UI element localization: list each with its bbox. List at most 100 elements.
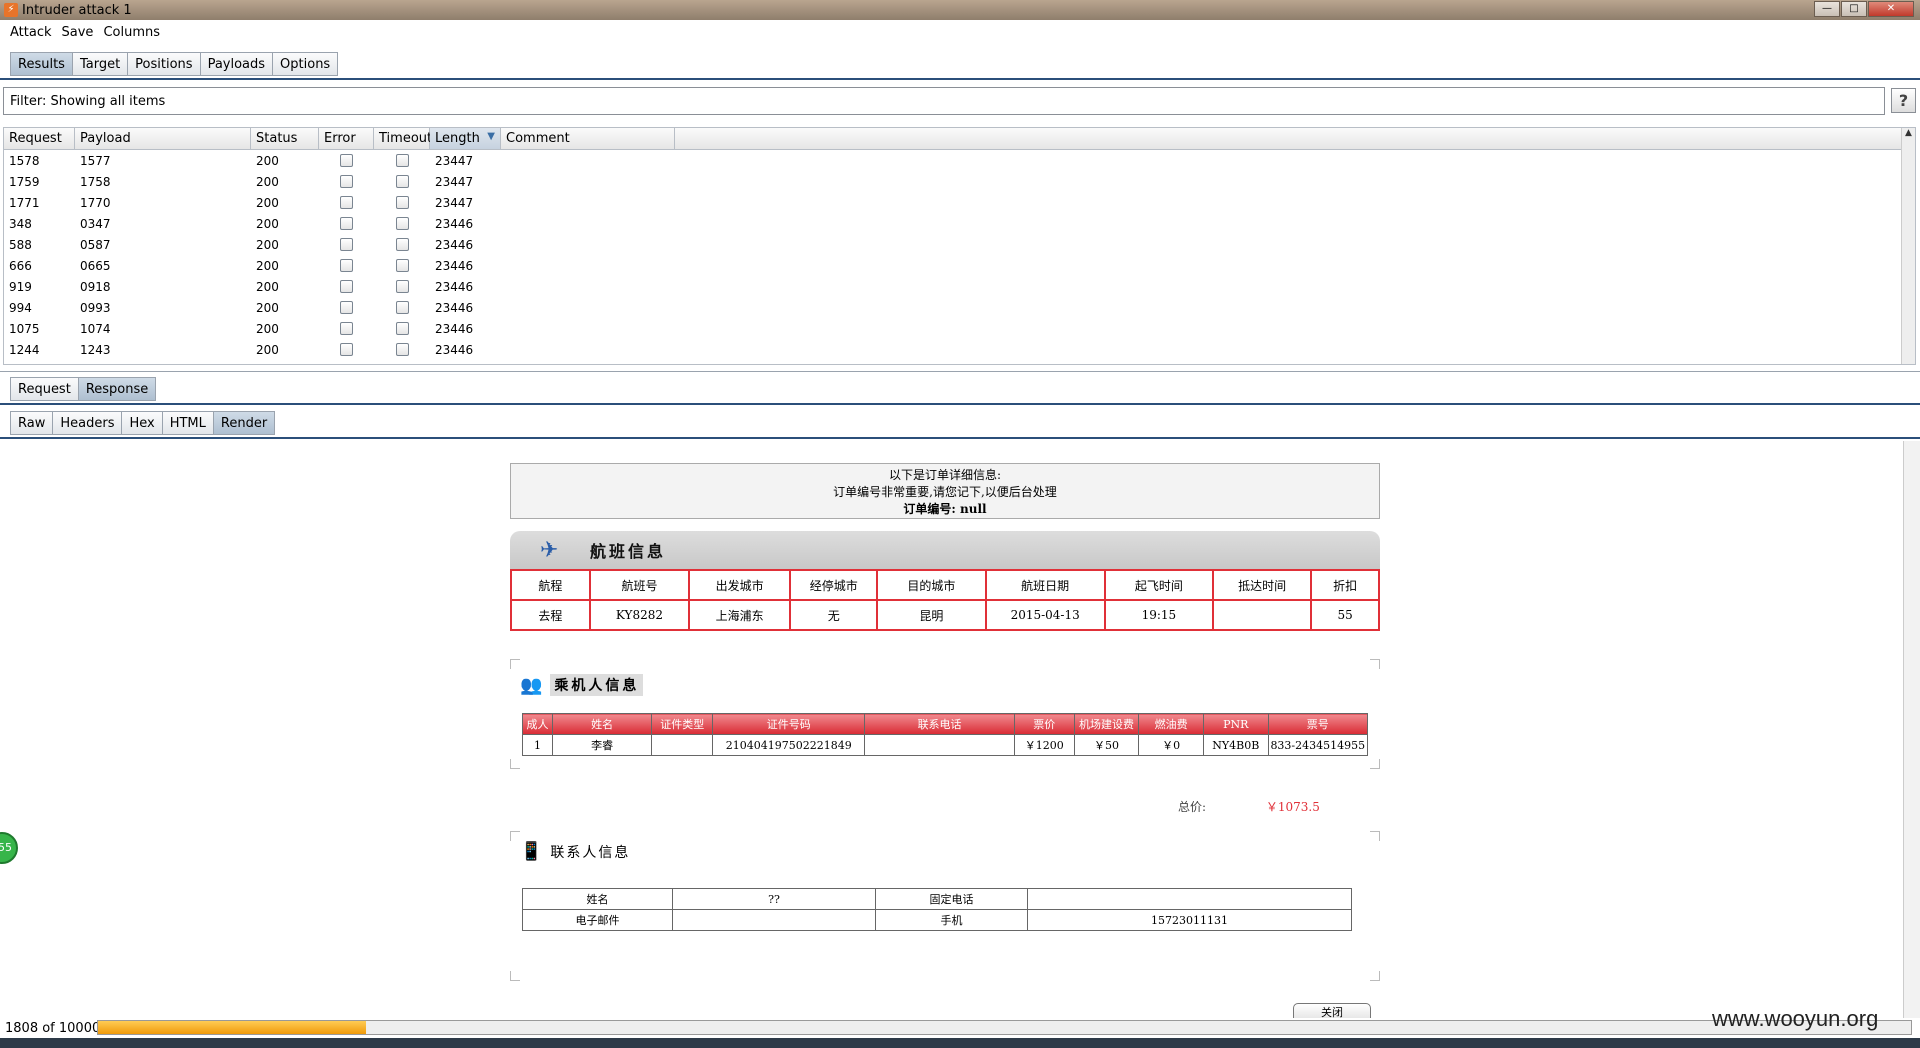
render-pane: 以下是订单详细信息: 订单编号非常重要,请您记下,以便后台处理 订单编号: nu… (0, 441, 1920, 1018)
cell-payload: 0587 (80, 237, 111, 252)
table-row[interactable]: 1759 1758 200 23447 (4, 171, 1915, 192)
contact-section-header: 📱 联系人信息 (520, 841, 630, 862)
cell-length: 23446 (435, 216, 474, 231)
total-value: ￥1073.5 (1265, 800, 1320, 814)
table-row[interactable]: 919 0918 200 23446 (4, 276, 1915, 297)
cell-request: 588 (9, 237, 32, 252)
table-cell: 2015-04-13 (984, 599, 1106, 631)
cell-payload: 1770 (80, 195, 111, 210)
cell-status: 200 (256, 342, 279, 357)
tab-hex[interactable]: Hex (121, 411, 163, 435)
checkbox-icon (340, 238, 353, 251)
table-cell: 去程 (510, 599, 591, 631)
cell-length: 23446 (435, 258, 474, 273)
tab-positions[interactable]: Positions (127, 52, 201, 76)
col-error[interactable]: Error (319, 128, 374, 149)
menu-save[interactable]: Save (62, 25, 94, 40)
close-button[interactable]: 关闭 (1293, 1003, 1371, 1018)
flight-section-title: 航班信息 (590, 542, 667, 561)
checkbox-icon (395, 154, 409, 167)
tab-options[interactable]: Options (272, 52, 339, 76)
tab-payloads[interactable]: Payloads (199, 52, 274, 76)
timeout-checkbox (374, 154, 430, 167)
minimize-button[interactable]: — (1814, 1, 1840, 17)
timeout-checkbox (374, 196, 430, 209)
passenger-section-title: 乘机人信息 (550, 674, 644, 696)
table-cell: 目的城市 (876, 569, 987, 601)
table-cell: 1 (522, 734, 553, 756)
table-cell: ￥50 (1073, 734, 1140, 756)
flight-data-row: 去程 KY8282 上海浦东无昆明 2015-04-13 19:15 55 (510, 599, 1380, 631)
table-row[interactable]: 1771 1770 200 23447 (4, 192, 1915, 213)
filter-bar[interactable]: Filter: Showing all items (3, 87, 1885, 115)
table-cell: 起飞时间 (1103, 569, 1214, 601)
tab-headers[interactable]: Headers (52, 411, 123, 435)
col-timeout[interactable]: Timeout (374, 128, 432, 149)
maximize-button[interactable]: □ (1841, 1, 1867, 17)
render-scrollbar[interactable] (1903, 441, 1920, 1018)
cell-status: 200 (256, 174, 279, 189)
table-cell: 航程 (510, 569, 591, 601)
flight-section-header: ✈ 航班信息 (510, 531, 1380, 569)
tab-request[interactable]: Request (10, 377, 79, 401)
error-checkbox (319, 322, 374, 335)
table-row[interactable]: 666 0665 200 23446 (4, 255, 1915, 276)
help-button[interactable]: ? (1891, 88, 1916, 113)
corner-decor (510, 659, 520, 669)
table-cell: 55 (1310, 599, 1380, 631)
checkbox-icon (340, 343, 353, 356)
col-length[interactable]: Length ▼ (430, 128, 501, 149)
cell-request: 994 (9, 300, 32, 315)
checkbox-icon (395, 238, 409, 251)
flight-header-row: 航程 航班号 出发城市 经停城市 目的城市 航班日期 起飞时间 抵达时间 折扣 (510, 569, 1380, 601)
contact-cell: 固定电话 (875, 888, 1028, 910)
table-row[interactable]: 1075 1074 200 23446 (4, 318, 1915, 339)
col-request[interactable]: Request (4, 128, 75, 149)
main-tabs: Results Target Positions Payloads Option… (10, 52, 339, 76)
error-checkbox (319, 154, 374, 167)
checkbox-icon (395, 217, 409, 230)
menu-attack[interactable]: Attack (10, 25, 52, 40)
tab-html[interactable]: HTML (161, 411, 214, 435)
passenger-table: 成人 姓名 证件类型 证件号码 联系电话 票价 机场建设费 燃油费 PNR 票号 1 李睿 21040… (522, 713, 1369, 756)
checkbox-icon (395, 280, 409, 293)
contact-cell: 姓名 (522, 888, 673, 910)
tab-target[interactable]: Target (71, 52, 129, 76)
cell-payload: 1243 (80, 342, 111, 357)
table-row[interactable]: 1244 1243 200 23446 (4, 339, 1915, 360)
cell-status: 200 (256, 279, 279, 294)
col-comment[interactable]: Comment (501, 128, 675, 149)
table-row[interactable]: 994 0993 200 23446 (4, 297, 1915, 318)
cell-request: 1759 (9, 174, 40, 189)
tab-results[interactable]: Results (10, 52, 73, 76)
col-status[interactable]: Status (251, 128, 319, 149)
corner-decor (1370, 831, 1380, 841)
timeout-checkbox (374, 259, 430, 272)
table-row[interactable]: 588 0587 200 23446 (4, 234, 1915, 255)
table-scrollbar[interactable]: ▲ (1901, 128, 1915, 364)
cell-payload: 0665 (80, 258, 111, 273)
total-price: 总价: ￥1073.5 (1178, 798, 1320, 815)
table-row[interactable]: 1578 1577 200 23447 (4, 150, 1915, 171)
corner-decor (1370, 971, 1380, 981)
contact-row: 电子邮件 手机 15723011131 (522, 909, 1352, 931)
cell-length: 23446 (435, 342, 474, 357)
tab-render[interactable]: Render (212, 411, 276, 435)
tab-divider (0, 78, 1920, 80)
close-window-button[interactable]: ✕ (1868, 1, 1914, 17)
view-tab-divider (0, 437, 1920, 439)
scroll-up-icon[interactable]: ▲ (1902, 128, 1915, 142)
timeout-checkbox (374, 238, 430, 251)
col-payload[interactable]: Payload (75, 128, 251, 149)
menu-columns[interactable]: Columns (103, 25, 160, 40)
tab-response[interactable]: Response (77, 377, 157, 401)
corner-decor (1370, 659, 1380, 669)
resp-tab-divider (0, 403, 1920, 405)
split-divider[interactable] (0, 371, 1920, 372)
error-checkbox (319, 238, 374, 251)
table-row[interactable]: 348 0347 200 23446 (4, 213, 1915, 234)
table-cell: 燃油费 (1138, 713, 1204, 735)
table-cell: 210404197502221849 (712, 734, 866, 756)
tab-raw[interactable]: Raw (10, 411, 54, 435)
contact-cell: 手机 (875, 909, 1028, 931)
